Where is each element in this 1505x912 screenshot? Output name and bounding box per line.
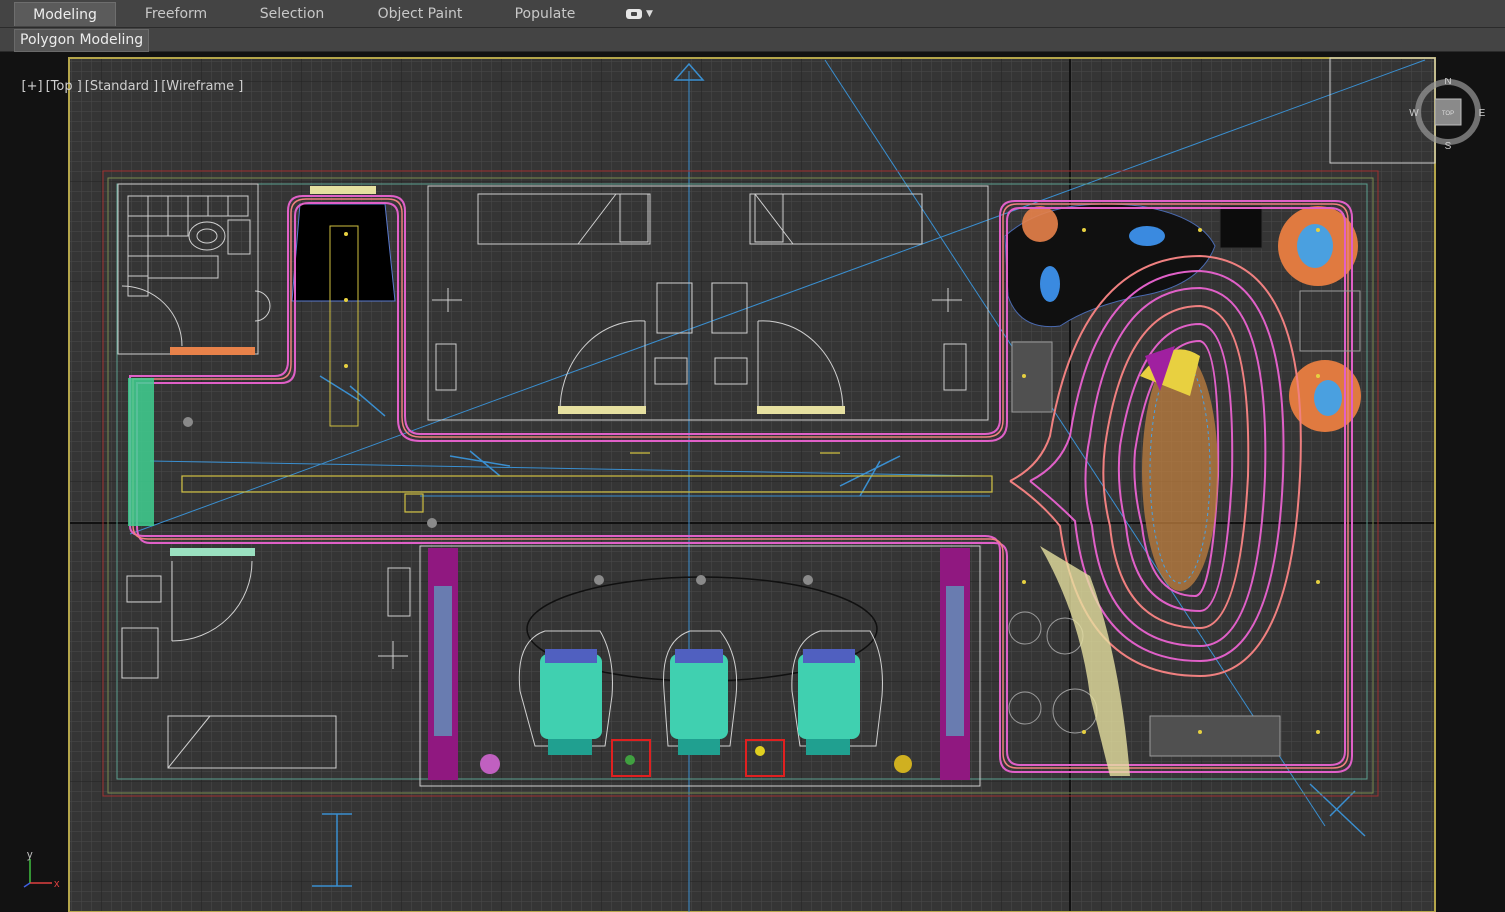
ribbon-panel: Polygon Modeling	[0, 28, 1505, 52]
compass-north: N	[1444, 78, 1451, 87]
viewcube[interactable]: TOP N S E W	[1408, 78, 1488, 158]
compass-west: W	[1409, 108, 1419, 119]
axis-y-label: y	[27, 851, 33, 861]
axis-tripod-icon: y x	[23, 851, 60, 890]
chairs	[518, 630, 883, 755]
viewport-top[interactable]: [+] [Top ] [Standard ] [Wireframe ] TOP N S…	[0, 56, 1505, 912]
polygon-modeling-button[interactable]: Polygon Modeling	[14, 29, 150, 52]
tab-modeling[interactable]: Modeling	[14, 2, 116, 26]
tab-object-paint[interactable]: Object Paint	[348, 2, 492, 26]
ribbon-tab-bar: Modeling Freeform Selection Object Paint…	[0, 0, 1505, 28]
compass-east: E	[1479, 108, 1486, 119]
ribbon-minimize-toggle[interactable]: ▼	[626, 2, 653, 26]
viewport-display-mode-menu[interactable]: [Wireframe ]	[161, 79, 243, 94]
chevron-down-icon: ▼	[646, 9, 653, 19]
viewport-plus-menu[interactable]: [+]	[22, 79, 43, 94]
axis-x-label: x	[54, 878, 60, 890]
viewport-shading-menu[interactable]: [Standard ]	[85, 79, 158, 94]
viewport-view-menu[interactable]: [Top ]	[46, 79, 82, 94]
tab-populate[interactable]: Populate	[492, 2, 598, 26]
viewport-scene[interactable]	[0, 56, 1505, 912]
viewcube-face-label: TOP	[1442, 111, 1454, 117]
viewport-label[interactable]: [+] [Top ] [Standard ] [Wireframe ]	[5, 64, 246, 109]
tab-freeform[interactable]: Freeform	[116, 2, 236, 26]
compass-south: S	[1445, 141, 1452, 152]
tab-selection[interactable]: Selection	[236, 2, 348, 26]
ribbon-minimize-toggle-icon	[626, 9, 642, 19]
